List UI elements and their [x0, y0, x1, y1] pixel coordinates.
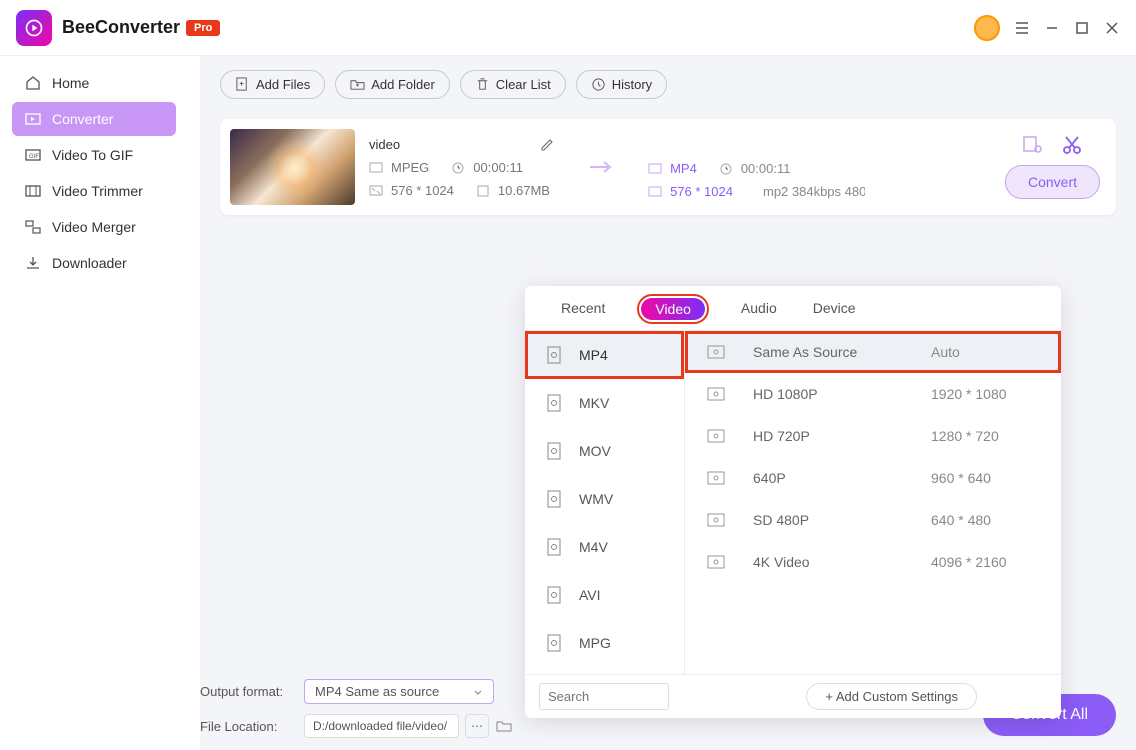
content-area: Add Files Add Folder Clear List History …: [200, 56, 1136, 750]
sidebar-item-video-to-gif[interactable]: GIF Video To GIF: [12, 138, 176, 172]
titlebar: BeeConverter Pro: [0, 0, 1136, 56]
sidebar-item-home[interactable]: Home: [12, 66, 176, 100]
trimmer-icon: [24, 182, 42, 200]
res-item-720p[interactable]: HD 720P1280 * 720: [685, 415, 1061, 457]
format-item-avi[interactable]: AVI: [525, 571, 684, 619]
out-audio: mp2 384kbps 48000hz: [763, 184, 865, 199]
format-item-mpg[interactable]: MPG: [525, 619, 684, 667]
sidebar-item-converter[interactable]: Converter: [12, 102, 176, 136]
tab-audio[interactable]: Audio: [741, 298, 777, 320]
close-icon[interactable]: [1104, 20, 1120, 36]
format-item-m4v[interactable]: M4V: [525, 523, 684, 571]
add-folder-icon: [350, 77, 365, 92]
add-file-icon: [235, 77, 250, 92]
avatar[interactable]: [974, 15, 1000, 41]
converter-icon: [24, 110, 42, 128]
video-format-icon: [648, 162, 662, 176]
src-size: 10.67MB: [498, 183, 550, 198]
clock-icon: [451, 161, 465, 175]
merger-icon: [24, 218, 42, 236]
add-files-button[interactable]: Add Files: [220, 70, 325, 99]
menu-icon[interactable]: [1014, 20, 1030, 36]
trash-icon: [475, 77, 490, 92]
history-button[interactable]: History: [576, 70, 667, 99]
chevron-down-icon: [473, 687, 483, 697]
pro-badge: Pro: [186, 20, 220, 36]
sidebar-item-trimmer[interactable]: Video Trimmer: [12, 174, 176, 208]
sidebar-item-label: Home: [52, 75, 89, 91]
minimize-icon[interactable]: [1044, 20, 1060, 36]
arrow-icon: [588, 157, 616, 177]
add-custom-button[interactable]: + Add Custom Settings: [806, 683, 977, 710]
resolution-icon: [369, 184, 383, 198]
home-icon: [24, 74, 42, 92]
output-format-select[interactable]: MP4 Same as source: [304, 679, 494, 704]
res-item-4k[interactable]: 4K Video4096 * 2160: [685, 541, 1061, 583]
clear-list-button[interactable]: Clear List: [460, 70, 566, 99]
history-icon: [591, 77, 606, 92]
src-duration: 00:00:11: [473, 160, 523, 175]
folder-icon[interactable]: [495, 717, 513, 735]
format-list: MP4 MKV MOV WMV M4V AVI MPG: [525, 331, 685, 674]
maximize-icon[interactable]: [1074, 20, 1090, 36]
sidebar-item-downloader[interactable]: Downloader: [12, 246, 176, 280]
add-folder-button[interactable]: Add Folder: [335, 70, 450, 99]
res-item-480p[interactable]: SD 480P640 * 480: [685, 499, 1061, 541]
sidebar: Home Converter GIF Video To GIF Video Tr…: [0, 56, 200, 750]
format-item-mov[interactable]: MOV: [525, 427, 684, 475]
file-location-input[interactable]: [304, 714, 459, 738]
sidebar-item-label: Converter: [52, 111, 113, 127]
format-item-mp4[interactable]: MP4: [525, 331, 684, 379]
video-card: video MPEG 00:00:11 576 * 1024 10.67MB M…: [220, 119, 1116, 215]
res-item-640p[interactable]: 640P960 * 640: [685, 457, 1061, 499]
out-format: MP4: [670, 161, 697, 176]
sidebar-item-label: Video Trimmer: [52, 183, 143, 199]
app-logo: [16, 10, 52, 46]
svg-text:GIF: GIF: [29, 154, 39, 160]
tab-video[interactable]: Video: [641, 298, 705, 320]
output-format-label: Output format:: [200, 684, 290, 699]
sidebar-item-label: Video Merger: [52, 219, 136, 235]
convert-button[interactable]: Convert: [1005, 165, 1100, 199]
search-input[interactable]: [539, 683, 669, 710]
path-more-button[interactable]: ⋯: [465, 714, 489, 738]
sidebar-item-label: Video To GIF: [52, 147, 133, 163]
resolution-list: Same As SourceAuto HD 1080P1920 * 1080 H…: [685, 331, 1061, 674]
toolbar: Add Files Add Folder Clear List History: [220, 70, 1116, 99]
out-res: 576 * 1024: [670, 184, 733, 199]
edit-icon[interactable]: [540, 136, 556, 152]
tab-device[interactable]: Device: [813, 298, 856, 320]
size-icon: [476, 184, 490, 198]
file-location-label: File Location:: [200, 719, 290, 734]
tab-recent[interactable]: Recent: [561, 298, 605, 320]
clock-icon: [719, 162, 733, 176]
src-res: 576 * 1024: [391, 183, 454, 198]
sidebar-item-merger[interactable]: Video Merger: [12, 210, 176, 244]
src-format: MPEG: [391, 160, 429, 175]
resolution-icon: [648, 185, 662, 199]
sidebar-item-label: Downloader: [52, 255, 127, 271]
res-item-same[interactable]: Same As SourceAuto: [685, 331, 1061, 373]
out-duration: 00:00:11: [741, 161, 791, 176]
download-icon: [24, 254, 42, 272]
video-format-icon: [369, 161, 383, 175]
video-name: video: [369, 137, 400, 152]
format-item-wmv[interactable]: WMV: [525, 475, 684, 523]
format-item-mkv[interactable]: MKV: [525, 379, 684, 427]
cut-icon[interactable]: [1062, 135, 1082, 155]
gif-icon: GIF: [24, 146, 42, 164]
format-popup: Recent Video Audio Device MP4 MKV MOV WM…: [525, 286, 1061, 718]
popup-tabs: Recent Video Audio Device: [525, 286, 1061, 331]
app-name: BeeConverter: [62, 17, 180, 38]
settings-icon[interactable]: [1022, 135, 1042, 155]
video-thumbnail[interactable]: [230, 129, 355, 205]
res-item-1080p[interactable]: HD 1080P1920 * 1080: [685, 373, 1061, 415]
